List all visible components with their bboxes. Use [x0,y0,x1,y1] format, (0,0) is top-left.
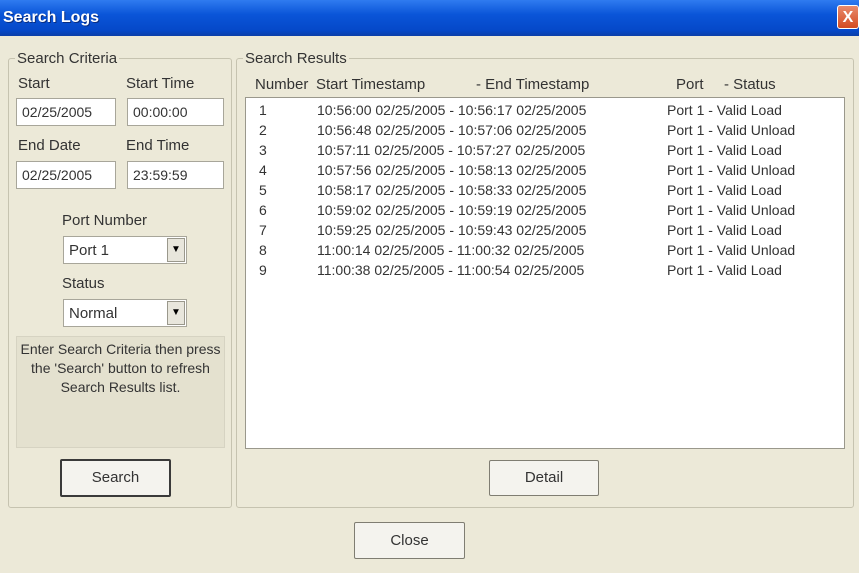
search-results-list[interactable]: 1 10:56:00 02/25/2005 - 10:56:17 02/25/20… [245,97,845,449]
table-row[interactable]: 8 11:00:14 02/25/2005 - 11:00:32 02/25/20… [246,242,844,262]
start-time-field[interactable]: 00:00:00 [127,98,224,126]
row-number: 4 [259,162,267,178]
start-label: Start [18,75,50,92]
row-time-range: 10:57:56 02/25/2005 - 10:58:13 02/25/200… [317,162,587,178]
column-header-end-timestamp: - End Timestamp [476,76,590,93]
end-date-label: End Date [18,137,81,154]
row-number: 7 [259,222,267,238]
table-row[interactable]: 9 11:00:38 02/25/2005 - 11:00:54 02/25/20… [246,262,844,282]
row-number: 2 [259,122,267,138]
row-number: 6 [259,202,267,218]
title-bar[interactable]: Search Logs X [0,0,859,36]
row-time-range: 10:56:48 02/25/2005 - 10:57:06 02/25/200… [317,122,587,138]
row-port-status: Port 1 - Valid Load [667,222,782,238]
table-row[interactable]: 7 10:59:25 02/25/2005 - 10:59:43 02/25/20… [246,222,844,242]
row-time-range: 10:56:00 02/25/2005 - 10:56:17 02/25/200… [317,102,587,118]
row-number: 5 [259,182,267,198]
table-row[interactable]: 3 10:57:11 02/25/2005 - 10:57:27 02/25/20… [246,142,844,162]
row-number: 9 [259,262,267,278]
row-time-range: 10:57:11 02/25/2005 - 10:57:27 02/25/200… [317,142,586,158]
end-time-field[interactable]: 23:59:59 [127,161,224,189]
detail-button[interactable]: Detail [489,460,599,496]
column-header-status: - Status [724,76,776,93]
table-row[interactable]: 2 10:56:48 02/25/2005 - 10:57:06 02/25/20… [246,122,844,142]
row-port-status: Port 1 - Valid Unload [667,242,796,258]
end-time-label: End Time [126,137,190,154]
table-row[interactable]: 6 10:59:02 02/25/2005 - 10:59:19 02/25/20… [246,202,844,222]
row-port-status: Port 1 - Valid Load [667,142,782,158]
row-time-range: 11:00:38 02/25/2005 - 11:00:54 02/25/200… [317,262,585,278]
search-criteria-legend: Search Criteria [17,50,118,67]
table-row[interactable]: 5 10:58:17 02/25/2005 - 10:58:33 02/25/20… [246,182,844,202]
row-time-range: 11:00:14 02/25/2005 - 11:00:32 02/25/200… [317,242,585,258]
row-number: 8 [259,242,267,258]
search-hint-text: Enter Search Criteria then press the 'Se… [16,336,225,448]
status-select[interactable]: Normal ▼ [63,299,187,327]
close-button[interactable]: Close [354,522,465,559]
column-header-start-timestamp: Start Timestamp [316,76,426,93]
row-port-status: Port 1 - Valid Unload [667,122,796,138]
port-number-value: Port 1 [69,242,110,259]
search-logs-window: Search Logs X Search Criteria Start Star… [0,0,859,573]
port-number-label: Port Number [62,212,148,229]
window-title: Search Logs [3,9,100,26]
column-header-port: Port [676,76,704,93]
table-row[interactable]: 1 10:56:00 02/25/2005 - 10:56:17 02/25/20… [246,102,844,122]
start-date-field[interactable]: 02/25/2005 [16,98,116,126]
status-label: Status [62,275,105,292]
chevron-down-icon[interactable]: ▼ [167,238,185,262]
row-port-status: Port 1 - Valid Load [667,102,782,118]
start-time-label: Start Time [126,75,195,92]
close-icon[interactable]: X [837,5,859,29]
row-time-range: 10:59:25 02/25/2005 - 10:59:43 02/25/200… [317,222,587,238]
row-port-status: Port 1 - Valid Unload [667,162,796,178]
row-number: 3 [259,142,267,158]
row-time-range: 10:59:02 02/25/2005 - 10:59:19 02/25/200… [317,202,587,218]
search-results-legend: Search Results [245,50,347,67]
row-port-status: Port 1 - Valid Load [667,182,782,198]
row-time-range: 10:58:17 02/25/2005 - 10:58:33 02/25/200… [317,182,587,198]
row-number: 1 [259,102,267,118]
chevron-down-icon[interactable]: ▼ [167,301,185,325]
table-row[interactable]: 4 10:57:56 02/25/2005 - 10:58:13 02/25/20… [246,162,844,182]
column-header-number: Number [255,76,309,93]
end-date-field[interactable]: 02/25/2005 [16,161,116,189]
row-port-status: Port 1 - Valid Unload [667,202,796,218]
port-number-select[interactable]: Port 1 ▼ [63,236,187,264]
status-value: Normal [69,305,118,322]
search-button[interactable]: Search [60,459,171,497]
row-port-status: Port 1 - Valid Load [667,262,782,278]
